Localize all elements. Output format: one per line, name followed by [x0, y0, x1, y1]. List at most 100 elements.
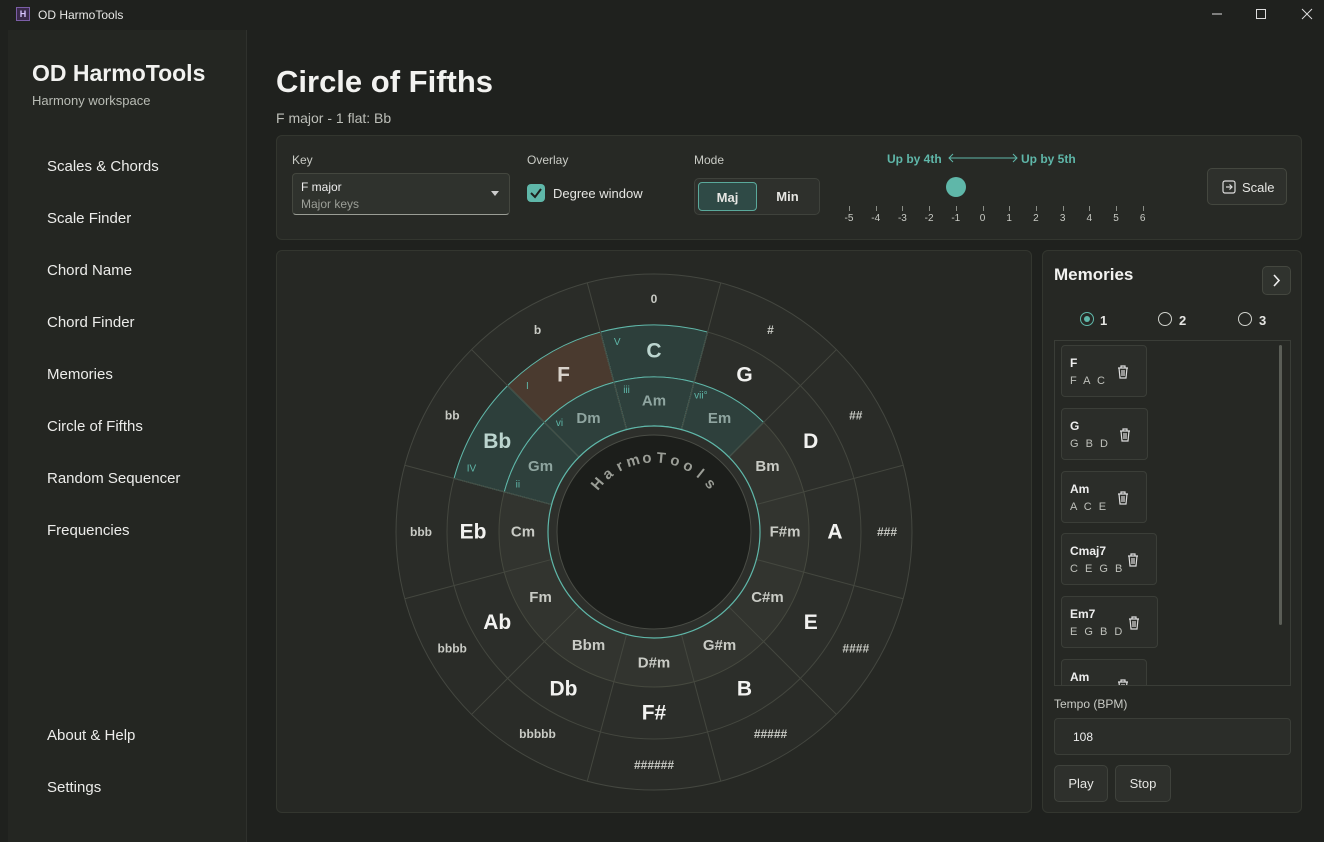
major-key-label: Bb: [483, 430, 511, 453]
slider-tick: [1062, 206, 1064, 211]
trash-icon[interactable]: [1116, 678, 1130, 686]
degree-label: vi: [556, 418, 563, 429]
degree-window-checkbox[interactable]: [527, 184, 545, 202]
circle-of-fifths[interactable]: 0 C Am Viii # G Emvii° ## D Bm ### A F#m #### E C#m ####…: [277, 251, 1031, 812]
sidebar-item-chord-finder[interactable]: Chord Finder: [47, 314, 135, 331]
memory-chord-name: Am: [1070, 670, 1090, 684]
slider-tick-label: 4: [1086, 213, 1093, 224]
memories-scrollbar[interactable]: [1279, 345, 1282, 625]
memory-card[interactable]: Am: [1061, 659, 1147, 686]
memory-slot-1-radio[interactable]: [1080, 312, 1094, 326]
memory-card[interactable]: G G B D: [1061, 408, 1148, 460]
trash-icon[interactable]: [1116, 364, 1130, 380]
trash-icon[interactable]: [1126, 552, 1140, 568]
slider-tick-label: -3: [897, 213, 907, 224]
overlay-label: Overlay: [527, 153, 569, 167]
sidebar-item-settings[interactable]: Settings: [47, 779, 101, 796]
controls-panel: Key F major Major keys Overlay Degree wi…: [276, 135, 1302, 240]
degree-window-label[interactable]: Degree window: [553, 186, 643, 201]
slider-tick-label: 5: [1113, 213, 1119, 224]
transpose-left-label: Up by 4th: [887, 152, 942, 166]
major-key-label: D: [803, 430, 818, 453]
key-select-group: Major keys: [301, 197, 360, 211]
page-subtitle: F major - 1 flat: Bb: [276, 110, 392, 126]
memory-card[interactable]: Cmaj7 C E G B: [1061, 533, 1157, 585]
play-button[interactable]: Play: [1054, 765, 1108, 802]
memory-slot-3-radio[interactable]: [1238, 312, 1252, 326]
slider-tick: [929, 206, 931, 211]
slider-tick-label: -5: [844, 213, 854, 224]
major-key-label: C: [646, 340, 661, 363]
memory-card[interactable]: Am A C E: [1061, 471, 1147, 523]
minor-key-label: Cm: [511, 524, 535, 541]
memory-chord-notes: F A C: [1070, 375, 1107, 387]
major-key-label: G: [736, 364, 752, 387]
page-title: Circle of Fifths: [276, 64, 494, 99]
trash-icon[interactable]: [1127, 615, 1141, 631]
memory-chord-name: Am: [1070, 482, 1090, 496]
circle-panel: 0 C Am Viii # G Em vii° ## D Bm ### A F#m #### E C#m ####…: [276, 250, 1032, 813]
memory-slot-3-label[interactable]: 3: [1259, 313, 1266, 328]
tempo-input[interactable]: 108: [1054, 718, 1291, 755]
title-bar: H OD HarmoTools: [0, 0, 1324, 30]
sidebar-item-about-help[interactable]: About & Help: [47, 727, 135, 744]
mode-toggle: Maj Min: [694, 178, 820, 215]
close-icon: [1301, 8, 1313, 20]
export-icon: [1222, 180, 1236, 194]
sidebar-item-frequencies[interactable]: Frequencies: [47, 522, 130, 539]
slider-tick-label: -2: [924, 213, 934, 224]
slider-tick-label: 0: [979, 213, 986, 224]
major-key-label: Ab: [483, 611, 511, 634]
key-signature-label: bbbbb: [519, 727, 556, 741]
minor-key-label: Bbm: [572, 637, 605, 654]
mode-label: Mode: [694, 153, 725, 167]
minor-key-label: F#m: [770, 524, 801, 541]
sidebar-item-memories[interactable]: Memories: [47, 366, 113, 383]
sidebar-item-chord-name[interactable]: Chord Name: [47, 262, 132, 279]
scale-button[interactable]: Scale: [1207, 168, 1287, 205]
slider-tick: [1142, 206, 1144, 211]
memory-chord-notes: A C E: [1070, 501, 1109, 513]
center-title-letter: o: [642, 449, 653, 467]
key-signature-label: 0: [651, 292, 658, 306]
sidebar-item-scale-finder[interactable]: Scale Finder: [47, 210, 131, 227]
chevron-right-icon: [1273, 274, 1281, 287]
memories-next-button[interactable]: [1262, 266, 1291, 295]
memory-chord-name: F: [1070, 356, 1078, 370]
minimize-button[interactable]: [1194, 0, 1240, 30]
major-key-label: F#: [642, 702, 667, 725]
memory-slot-1-label[interactable]: 1: [1100, 313, 1107, 328]
minimize-icon: [1212, 13, 1222, 15]
key-select[interactable]: F major Major keys: [292, 173, 510, 215]
trash-icon[interactable]: [1118, 427, 1132, 443]
memory-slot-2-radio[interactable]: [1158, 312, 1172, 326]
degree-label: ii: [516, 480, 520, 491]
major-key-label: B: [737, 677, 752, 700]
memory-slot-2-label[interactable]: 2: [1179, 313, 1186, 328]
slider-tick: [902, 206, 904, 211]
sidebar-item-random-sequencer[interactable]: Random Sequencer: [47, 470, 180, 487]
trash-icon[interactable]: [1116, 490, 1130, 506]
major-key-label: F: [557, 364, 570, 387]
memory-card[interactable]: F F A C: [1061, 345, 1147, 397]
memory-card[interactable]: Em7 E G B D: [1061, 596, 1158, 648]
minor-key-label: D#m: [638, 655, 671, 672]
close-button[interactable]: [1284, 0, 1324, 30]
chevron-down-icon: [491, 191, 499, 196]
memories-list: F F A C G G B D Am A C E Cmaj7 C E G B E…: [1054, 340, 1291, 686]
sidebar-item-scales-chords[interactable]: Scales & Chords: [47, 158, 159, 175]
brand-title: OD HarmoTools: [32, 60, 206, 86]
minor-key-label: G#m: [703, 637, 736, 654]
sidebar-item-circle-of-fifths[interactable]: Circle of Fifths: [47, 418, 143, 435]
key-signature-label: #: [767, 323, 774, 337]
degree-label: V: [614, 337, 621, 348]
key-signature-label: ######: [634, 758, 674, 772]
memory-chord-name: G: [1070, 419, 1080, 433]
key-signature-label: ###: [877, 525, 897, 539]
maximize-button[interactable]: [1238, 0, 1284, 30]
major-key-label: E: [804, 611, 818, 634]
stop-button[interactable]: Stop: [1115, 765, 1171, 802]
mode-minor-button[interactable]: Min: [758, 182, 817, 211]
mode-major-button[interactable]: Maj: [698, 182, 757, 211]
slider-thumb[interactable]: [945, 177, 966, 197]
